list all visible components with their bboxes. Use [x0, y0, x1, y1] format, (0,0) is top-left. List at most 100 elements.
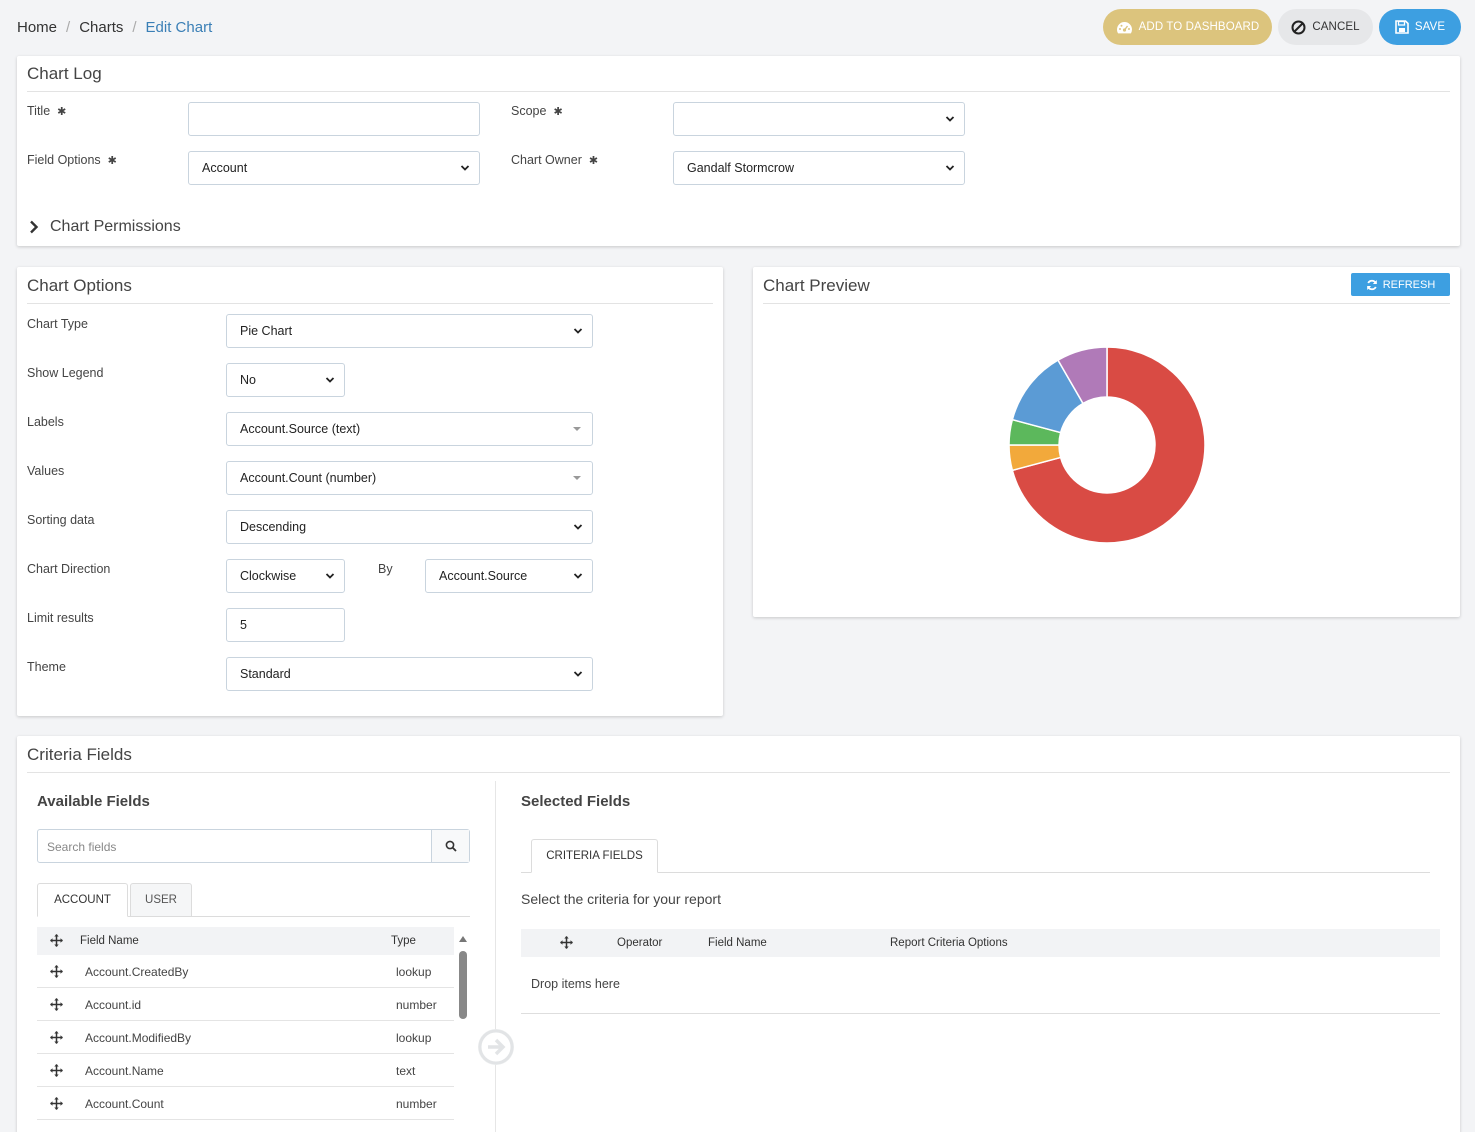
field-name: Account.ModifiedBy [85, 1031, 192, 1045]
field-type: number [396, 1097, 437, 1111]
save-label: SAVE [1414, 21, 1446, 33]
tab-criteria-fields[interactable]: CRITERIA FIELDS [531, 839, 658, 873]
tab-user[interactable]: USER [130, 883, 192, 917]
show-legend-label: Show Legend [27, 366, 104, 380]
move-icon [50, 934, 63, 947]
table-row[interactable]: Account.id number [37, 988, 454, 1021]
criteria-fields-card: Criteria Fields Available Fields Search … [17, 736, 1460, 1132]
move-icon[interactable] [50, 1031, 63, 1044]
breadcrumb-home[interactable]: Home [17, 19, 57, 36]
save-button[interactable]: SAVE [1379, 9, 1461, 45]
move-icon[interactable] [50, 1064, 63, 1077]
breadcrumb-separator: / [66, 19, 71, 36]
cancel-button[interactable]: CANCEL [1278, 9, 1373, 45]
chart-log-card: Chart Log Title ✱ Scope ✱ Field Options ✱ A… [17, 56, 1460, 246]
field-options-select[interactable]: Account [188, 151, 480, 185]
tab-account[interactable]: ACCOUNT [37, 883, 128, 917]
refresh-button[interactable]: REFRESH [1351, 273, 1450, 296]
field-name: Account.id [85, 998, 142, 1012]
panel-divider [495, 781, 496, 1132]
caret-down-icon [573, 476, 581, 480]
required-mark: ✱ [57, 106, 67, 118]
ban-icon [1291, 20, 1306, 34]
breadcrumb-charts[interactable]: Charts [79, 19, 123, 36]
chart-direction-select[interactable]: Clockwise [226, 559, 345, 593]
drop-zone-label: Drop items here [531, 977, 620, 991]
table-row[interactable]: Account.Name text [37, 1054, 454, 1087]
scope-select[interactable] [673, 102, 965, 136]
chart-type-select[interactable]: Pie Chart [226, 314, 593, 348]
chevron-down-icon [573, 573, 583, 579]
arrow-right-icon [478, 1029, 514, 1065]
field-type: text [396, 1064, 416, 1078]
values-label: Values [27, 464, 65, 478]
chevron-down-icon [325, 377, 335, 383]
by-label: By [378, 562, 393, 576]
selected-fields-header: Operator Field Name Report Criteria Opti… [521, 929, 1440, 957]
chart-preview-card: Chart Preview REFRESH [753, 267, 1460, 617]
donut-chart [1008, 346, 1206, 544]
by-select[interactable]: Account.Source [425, 559, 593, 593]
field-name: Account.Name [85, 1064, 164, 1078]
chevron-right-icon [30, 220, 39, 234]
scrollbar-up-arrow[interactable] [458, 934, 468, 944]
card-title: Criteria Fields [27, 745, 132, 764]
available-fields-title: Available Fields [37, 793, 150, 810]
chart-options-card: Chart Options Chart Type Pie Chart Show … [17, 267, 723, 716]
chart-type-label: Chart Type [27, 317, 88, 331]
card-divider [27, 303, 713, 304]
chevron-down-icon [573, 328, 583, 334]
move-icon[interactable] [50, 1097, 63, 1110]
search-icon [445, 840, 457, 852]
move-right-button[interactable] [478, 1029, 514, 1065]
move-icon[interactable] [50, 965, 63, 978]
column-operator: Operator [617, 937, 663, 949]
available-fields-header: Field Name Type [37, 927, 454, 955]
chart-permissions-label: Chart Permissions [50, 218, 181, 235]
theme-label: Theme [27, 660, 66, 674]
search-fields-input[interactable]: Search fields [37, 829, 470, 863]
required-mark: ✱ [588, 155, 599, 167]
limit-results-input[interactable]: 5 [226, 608, 345, 642]
theme-select[interactable]: Standard [226, 657, 593, 691]
chart-permissions-toggle[interactable]: Chart Permissions [29, 218, 181, 236]
chevron-down-icon [945, 116, 955, 122]
card-title: Chart Options [27, 276, 132, 295]
labels-label: Labels [27, 415, 64, 429]
dashboard-icon [1116, 21, 1132, 33]
scrollbar-thumb[interactable] [459, 951, 467, 1019]
criteria-instructions: Select the criteria for your report [521, 891, 721, 907]
required-mark: ✱ [553, 106, 563, 118]
table-row[interactable]: Account.ModifiedBy lookup [37, 1021, 454, 1054]
table-row[interactable]: Account.CreatedBy lookup [37, 955, 454, 988]
search-button[interactable] [431, 830, 469, 862]
field-name: Account.Count [85, 1097, 164, 1111]
column-field-name: Field Name [708, 937, 767, 949]
field-type: number [396, 998, 437, 1012]
card-title: Chart Preview [763, 276, 870, 295]
move-icon [560, 936, 573, 949]
card-divider [27, 91, 1450, 92]
table-row[interactable]: Account.Count number [37, 1087, 454, 1120]
add-to-dashboard-label: ADD TO DASHBOARD [1138, 21, 1260, 33]
values-select[interactable]: Account.Count (number) [226, 461, 593, 495]
scope-label: Scope ✱ [511, 104, 563, 118]
chart-owner-select[interactable]: Gandalf Stormcrow [673, 151, 965, 185]
labels-select[interactable]: Account.Source (text) [226, 412, 593, 446]
chevron-down-icon [945, 165, 955, 171]
show-legend-select[interactable]: No [226, 363, 345, 397]
drop-zone[interactable]: Drop items here [521, 957, 1440, 1014]
chart-direction-label: Chart Direction [27, 562, 111, 576]
column-field-name: Field Name [80, 935, 139, 947]
field-name: Account.CreatedBy [85, 965, 189, 979]
move-icon[interactable] [50, 998, 63, 1011]
floppy-disk-icon [1395, 20, 1409, 34]
chevron-down-icon [460, 165, 470, 171]
breadcrumb-current: Edit Chart [145, 19, 213, 36]
add-to-dashboard-button[interactable]: ADD TO DASHBOARD [1103, 9, 1272, 45]
title-input[interactable] [188, 102, 480, 136]
required-mark: ✱ [107, 155, 117, 167]
sorting-select[interactable]: Descending [226, 510, 593, 544]
limit-results-label: Limit results [27, 611, 94, 625]
field-type: lookup [396, 1031, 432, 1045]
